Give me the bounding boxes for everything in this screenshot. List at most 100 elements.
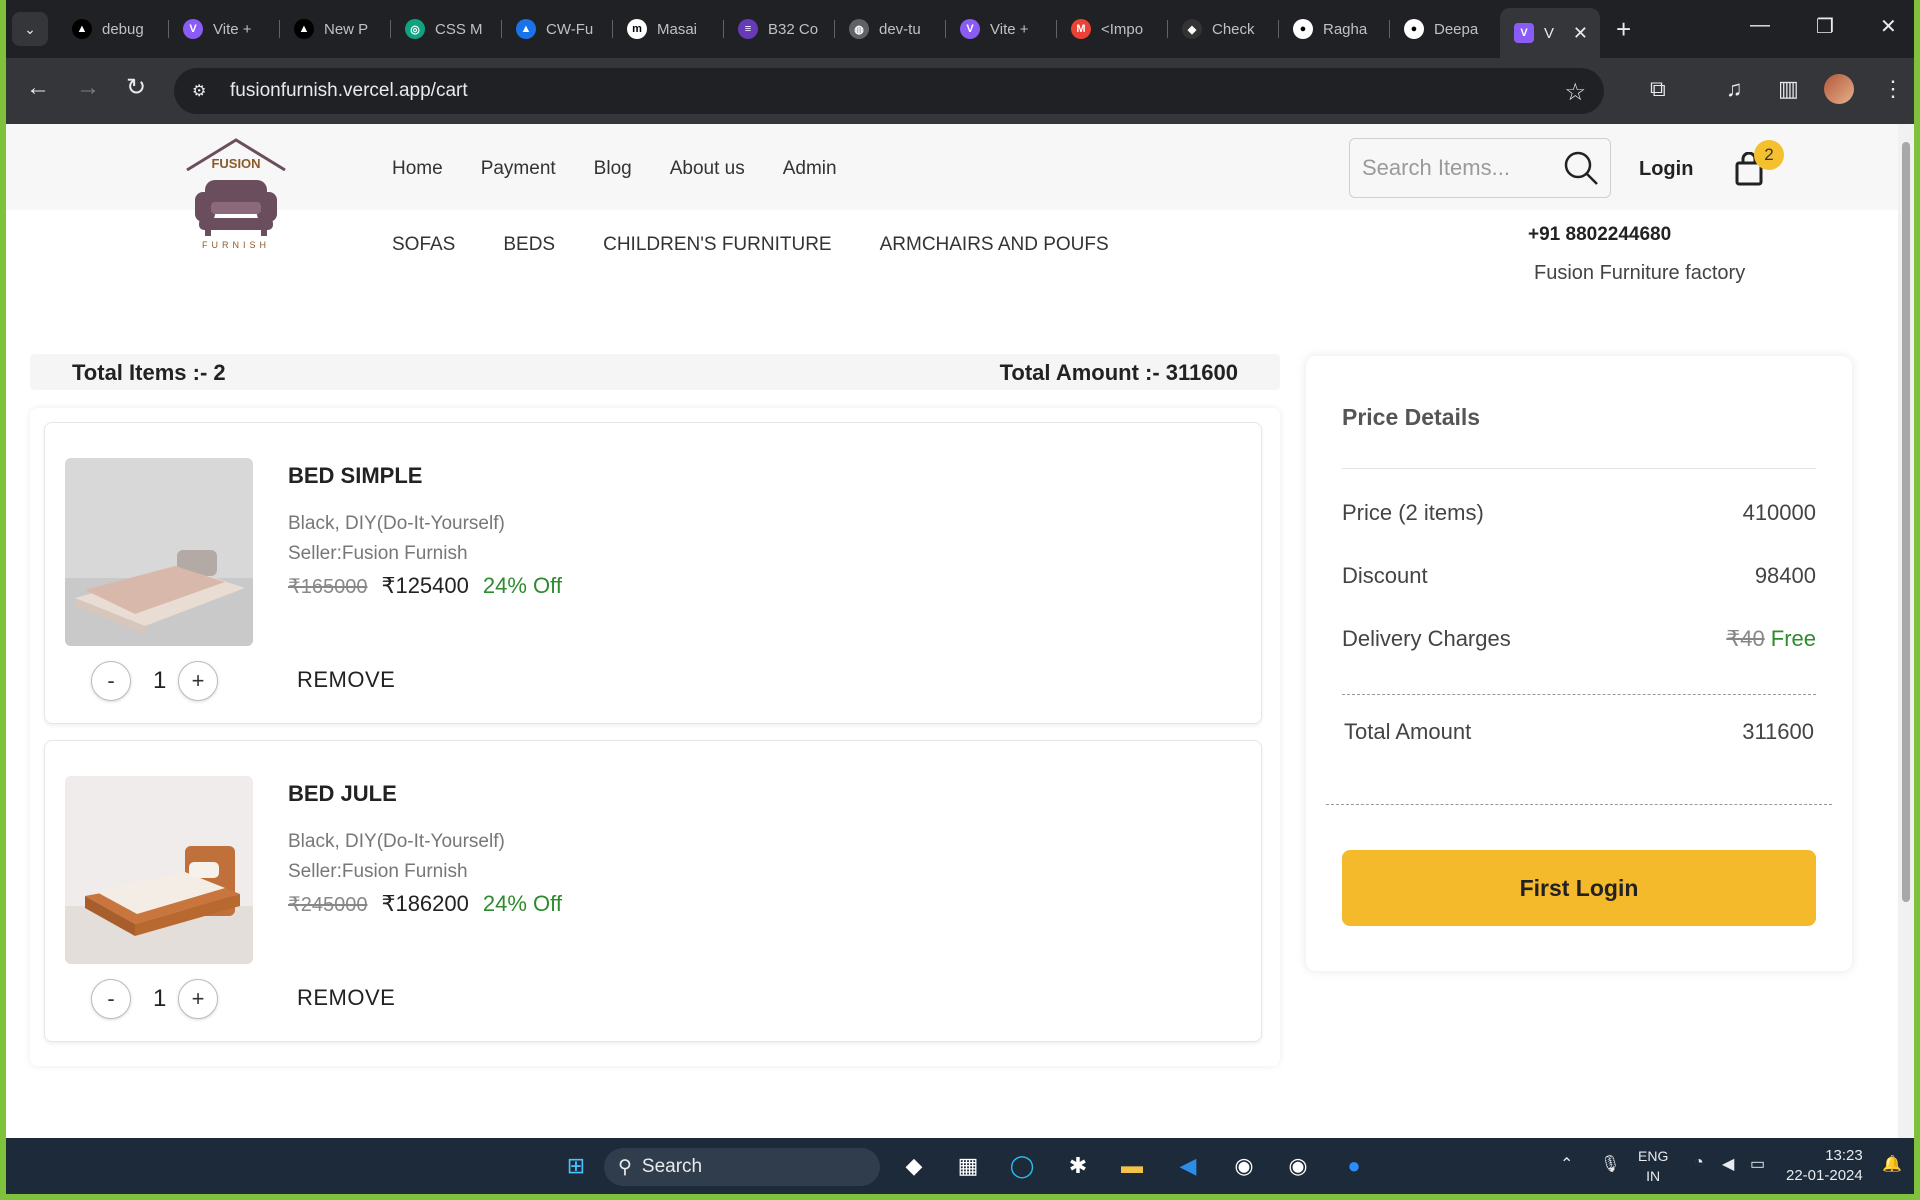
volume-icon[interactable]: ◀ [1722, 1154, 1734, 1174]
nav-admin[interactable]: Admin [783, 158, 837, 180]
decrease-qty-button[interactable]: - [91, 979, 131, 1019]
discount-percent: 24% Off [482, 573, 562, 598]
tray-chevron-icon[interactable]: ⌃ [1560, 1154, 1573, 1174]
close-tab-icon[interactable]: ✕ [1573, 23, 1588, 44]
nav-about-us[interactable]: About us [670, 158, 745, 180]
category-armchairs-and-poufs[interactable]: ARMCHAIRS AND POUFS [880, 234, 1109, 256]
original-price: ₹165000 [288, 576, 368, 598]
browser-tab[interactable]: ▲ debug [58, 10, 169, 48]
battery-icon[interactable]: ▭ [1750, 1154, 1765, 1174]
store-icon[interactable]: ▦ [950, 1148, 986, 1184]
chrome-profile-icon[interactable]: ◉ [1280, 1148, 1316, 1184]
language-indicator[interactable]: ENG IN [1638, 1146, 1668, 1186]
category-nav: SOFAS BEDS CHILDREN'S FURNITURE ARMCHAIR… [392, 234, 1109, 256]
windows-start-icon[interactable]: ⊞ [558, 1148, 594, 1184]
tab-favicon-icon: ▲ [516, 19, 536, 39]
browser-tab[interactable]: M <Impo [1057, 10, 1168, 48]
browser-tab[interactable]: ● Ragha [1279, 10, 1390, 48]
category-sofas[interactable]: SOFAS [392, 234, 455, 256]
zoom-icon[interactable]: ● [1336, 1148, 1372, 1184]
svg-text:FUSION: FUSION [211, 156, 260, 171]
browser-tab[interactable]: ≡ B32 Co [724, 10, 835, 48]
media-icon[interactable]: ♫ [1726, 76, 1743, 102]
file-explorer-icon[interactable]: ▬ [1114, 1148, 1150, 1184]
nav-home[interactable]: Home [392, 158, 443, 180]
discount-label: Discount [1342, 563, 1428, 588]
login-link[interactable]: Login [1639, 158, 1693, 181]
wifi-icon[interactable]: ◔ [1694, 1154, 1704, 1172]
tab-favicon-icon: ▲ [72, 19, 92, 39]
tab-favicon-icon: M [1071, 19, 1091, 39]
notification-bell-icon[interactable]: 🔔 [1882, 1154, 1902, 1174]
tab-label: CSS M [435, 20, 483, 38]
browser-tab[interactable]: ◆ Check [1168, 10, 1279, 48]
taskbar-search[interactable]: ⚲ Search [604, 1148, 880, 1186]
cart-count-badge: 2 [1754, 140, 1784, 170]
extensions-icon[interactable]: ⧉ [1650, 76, 1666, 102]
nav-blog[interactable]: Blog [594, 158, 632, 180]
product-name[interactable]: BED JULE [288, 781, 397, 807]
vscode-icon[interactable]: ◀ [1170, 1148, 1206, 1184]
tab-favicon-icon: ≡ [738, 19, 758, 39]
search-icon[interactable] [1562, 149, 1600, 192]
browser-tab[interactable]: ▲ New P [280, 10, 391, 48]
total-value: 311600 [1742, 719, 1814, 744]
bookmark-star-icon[interactable]: ☆ [1564, 78, 1586, 107]
scrollbar-thumb[interactable] [1902, 142, 1910, 902]
product-name[interactable]: BED SIMPLE [288, 463, 422, 489]
sidepanel-icon[interactable]: ▥ [1778, 76, 1799, 102]
clock[interactable]: 13:23 22-01-2024 [1786, 1146, 1863, 1186]
chrome-icon[interactable]: ◉ [1226, 1148, 1262, 1184]
contact-phone: +91 8802244680 [1528, 224, 1672, 245]
product-prices: ₹245000 ₹186200 24% Off [288, 891, 562, 917]
nav-payment[interactable]: Payment [481, 158, 556, 180]
browser-tab[interactable]: ● Deepa [1390, 10, 1501, 48]
site-info-icon[interactable]: ⚙ [192, 81, 216, 101]
copilot-icon[interactable]: ◆ [896, 1148, 932, 1184]
site-logo[interactable]: FUSION FURNISH [181, 134, 291, 252]
delivery-row: Delivery Charges ₹40 Free [1342, 626, 1816, 652]
increase-qty-button[interactable]: + [178, 979, 218, 1019]
browser-tab[interactable]: ◍ dev-tu [835, 10, 946, 48]
page-scrollbar[interactable] [1898, 124, 1914, 1138]
profile-avatar[interactable] [1824, 74, 1854, 104]
product-image[interactable] [65, 458, 253, 646]
tab-active[interactable]: V V ✕ [1500, 8, 1600, 58]
category-childrens-furniture[interactable]: CHILDREN'S FURNITURE [603, 234, 831, 256]
forward-icon[interactable]: → [76, 76, 100, 100]
menu-icon[interactable]: ⋮ [1882, 76, 1904, 102]
cortana-icon[interactable]: ◯ [1004, 1148, 1040, 1184]
address-bar[interactable]: ⚙ fusionfurnish.vercel.app/cart ☆ [174, 68, 1604, 114]
microphone-icon[interactable]: 🎙 [1600, 1154, 1620, 1174]
browser-tab[interactable]: V Vite + [946, 10, 1057, 48]
browser-tab[interactable]: ◎ CSS M [391, 10, 502, 48]
back-icon[interactable]: ← [26, 76, 50, 100]
product-image[interactable] [65, 776, 253, 964]
remove-button[interactable]: REMOVE [297, 667, 395, 693]
delivery-old-price: ₹40 [1726, 626, 1765, 651]
tab-search-button[interactable]: ⌄ [12, 12, 48, 46]
close-window-icon[interactable]: ✕ [1880, 14, 1897, 39]
url-text[interactable]: fusionfurnish.vercel.app/cart [230, 80, 468, 102]
search-box [1349, 138, 1611, 198]
browser-tab[interactable]: m Masai [613, 10, 724, 48]
increase-qty-button[interactable]: + [178, 661, 218, 701]
browser-tab[interactable]: ▲ CW-Fu [502, 10, 613, 48]
maximize-icon[interactable]: ❐ [1816, 14, 1834, 39]
remove-button[interactable]: REMOVE [297, 985, 395, 1011]
category-beds[interactable]: BEDS [503, 234, 555, 256]
cart-item: BED JULE Black, DIY(Do-It-Yourself) Sell… [44, 740, 1262, 1042]
tab-favicon-icon: ◍ [849, 19, 869, 39]
first-login-button[interactable]: First Login [1342, 850, 1816, 926]
lang-code: ENG [1638, 1148, 1669, 1164]
search-input[interactable] [1362, 155, 1562, 181]
product-description: Black, DIY(Do-It-Yourself) [288, 831, 505, 852]
reload-icon[interactable]: ↻ [126, 76, 146, 100]
minimize-icon[interactable]: — [1750, 14, 1770, 37]
browser-toolbar: ← → ↻ ⚙ fusionfurnish.vercel.app/cart ☆ … [6, 58, 1914, 124]
new-tab-button[interactable]: + [1616, 16, 1631, 42]
price-row: Price (2 items) 410000 [1342, 500, 1816, 526]
browser-tab[interactable]: V Vite + [169, 10, 280, 48]
slack-icon[interactable]: ✱ [1060, 1148, 1096, 1184]
decrease-qty-button[interactable]: - [91, 661, 131, 701]
